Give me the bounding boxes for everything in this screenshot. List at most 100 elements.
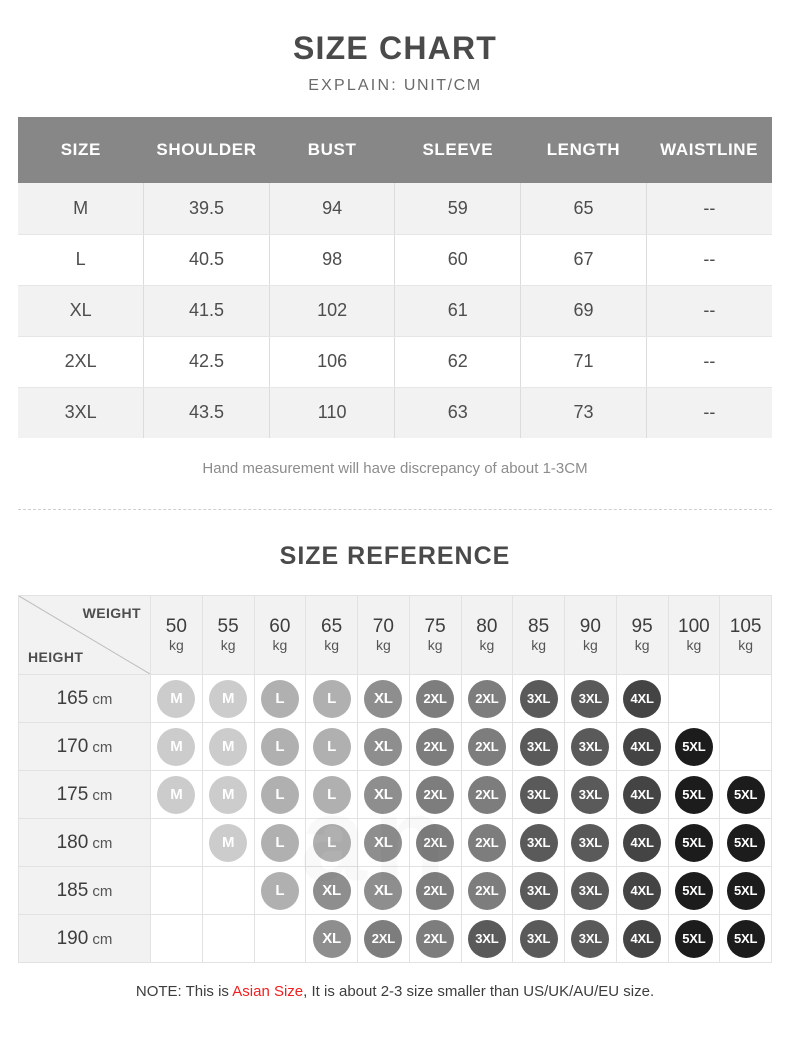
weight-column-header: 85 kg	[512, 595, 565, 675]
size-badge: 3XL	[467, 919, 506, 958]
size-reference-table: WEIGHT HEIGHT 50 kg 55 kg 60 kg 65 kg 70 kg 75 kg 80…	[18, 595, 772, 963]
size-reference-cell: 2XL	[408, 818, 462, 867]
size-reference-cell: M	[201, 770, 255, 819]
size-badge: 5XL	[674, 775, 713, 814]
size-reference-cell: 5XL	[667, 818, 721, 867]
cell-bust: 106	[269, 336, 396, 388]
note-suffix: , It is about 2-3 size smaller than US/U…	[303, 983, 655, 1000]
size-badge: 2XL	[416, 823, 455, 862]
cell-waistline: --	[646, 387, 772, 438]
cell-sleeve: 61	[394, 285, 522, 337]
size-badge: 4XL	[623, 871, 662, 910]
weight-unit: kg	[479, 636, 495, 653]
height-row-header: 165 cm	[18, 674, 151, 723]
weight-column-header: 75 kg	[408, 595, 462, 675]
size-badge: 3XL	[519, 823, 558, 862]
size-badge: 2XL	[416, 871, 455, 910]
size-reference-cell: XL	[357, 770, 410, 819]
weight-unit: kg	[220, 636, 236, 653]
weight-value: 60	[269, 615, 291, 637]
cell-bust: 98	[269, 234, 396, 286]
size-badge: M	[157, 775, 196, 814]
cell-shoulder: 43.5	[143, 387, 270, 438]
height-unit: cm	[88, 882, 113, 900]
size-reference-cell: 4XL	[615, 722, 669, 771]
height-row-header: 175 cm	[18, 770, 151, 819]
cell-waistline: --	[646, 285, 772, 337]
weight-value: 65	[321, 615, 343, 637]
size-badge: 2XL	[416, 919, 455, 958]
weight-column-header: 60 kg	[253, 595, 307, 675]
size-reference-cell: L	[253, 722, 307, 771]
size-reference-cell: 3XL	[564, 914, 617, 963]
size-chart-table: SIZE SHOULDER BUST SLEEVE LENGTH WAISTLI…	[18, 117, 772, 438]
size-badge: L	[260, 679, 299, 718]
size-reference-cell	[667, 674, 721, 723]
size-reference-cell: M	[201, 722, 255, 771]
size-badge: 2XL	[467, 679, 506, 718]
weight-value: 90	[579, 615, 601, 637]
size-badge: 2XL	[416, 775, 455, 814]
size-badge: M	[209, 727, 248, 766]
size-reference-cell: 5XL	[719, 914, 772, 963]
size-reference-cell: 2XL	[460, 722, 514, 771]
size-reference-cell: 2XL	[408, 722, 462, 771]
size-badge: XL	[364, 823, 403, 862]
note-prefix: NOTE: This is	[135, 983, 233, 1000]
cell-bust: 94	[269, 183, 396, 235]
size-badge: 5XL	[674, 871, 713, 910]
size-reference-cell: 2XL	[460, 866, 514, 915]
size-reference-cell: 3XL	[564, 674, 617, 723]
size-reference-cell	[253, 914, 307, 963]
size-reference-row: 185 cm L XL XL 2XL 2XL 3XL 3XL 4XL 5XL 5XL	[18, 866, 772, 915]
cell-shoulder: 41.5	[143, 285, 270, 337]
size-badge: 2XL	[467, 823, 506, 862]
table-row: 3XL 43.5 110 63 73 --	[18, 387, 772, 438]
height-unit: cm	[88, 834, 113, 852]
size-reference-row: 175 cm M M L L XL 2XL 2XL 3XL 3XL 4XL 5XL 5XL	[18, 770, 772, 819]
cell-shoulder: 40.5	[143, 234, 270, 286]
size-badge: 3XL	[519, 919, 558, 958]
size-reference-cell: 5XL	[667, 770, 721, 819]
size-reference-cell: XL	[357, 722, 410, 771]
size-reference-cell: 3XL	[564, 818, 617, 867]
weight-value: 55	[217, 615, 239, 637]
size-badge: 3XL	[571, 823, 610, 862]
size-badge: L	[312, 823, 351, 862]
cell-size: M	[18, 183, 145, 235]
size-badge: M	[209, 775, 248, 814]
weight-column-header: 70 kg	[357, 595, 410, 675]
table-row: XL 41.5 102 61 69 --	[18, 285, 772, 337]
weight-unit: kg	[375, 636, 391, 653]
height-value: 190	[56, 927, 89, 949]
size-reference-cell: 5XL	[667, 866, 721, 915]
cell-shoulder: 42.5	[143, 336, 270, 388]
size-badge: 5XL	[726, 871, 765, 910]
table-row: 2XL 42.5 106 62 71 --	[18, 336, 772, 388]
size-reference-cell	[150, 818, 203, 867]
size-reference-cell	[201, 866, 255, 915]
cell-sleeve: 59	[394, 183, 522, 235]
height-row-header: 180 cm	[18, 818, 151, 867]
size-badge: L	[312, 679, 351, 718]
height-value: 185	[56, 879, 89, 901]
size-reference-row: 170 cm M M L L XL 2XL 2XL 3XL 3XL 4XL 5XL	[18, 722, 772, 771]
size-badge: 4XL	[623, 775, 662, 814]
size-badge: 5XL	[674, 823, 713, 862]
size-reference-cell: L	[305, 818, 358, 867]
cell-size: L	[18, 234, 145, 286]
size-reference-cell: 4XL	[615, 674, 669, 723]
cell-length: 69	[520, 285, 647, 337]
weight-column-header: 95 kg	[615, 595, 669, 675]
cell-waistline: --	[646, 336, 772, 388]
size-badge: M	[157, 679, 196, 718]
size-reference-header-row: WEIGHT HEIGHT 50 kg 55 kg 60 kg 65 kg 70 kg 75 kg 80…	[18, 595, 772, 675]
size-reference-cell: L	[253, 674, 307, 723]
size-reference-cell: 4XL	[615, 818, 669, 867]
size-badge: 3XL	[519, 679, 558, 718]
size-reference-cell: 3XL	[512, 914, 565, 963]
cell-length: 71	[520, 336, 647, 388]
size-reference-cell: 2XL	[408, 674, 462, 723]
weight-value: 85	[528, 615, 550, 637]
weight-axis-label: WEIGHT	[82, 605, 141, 621]
